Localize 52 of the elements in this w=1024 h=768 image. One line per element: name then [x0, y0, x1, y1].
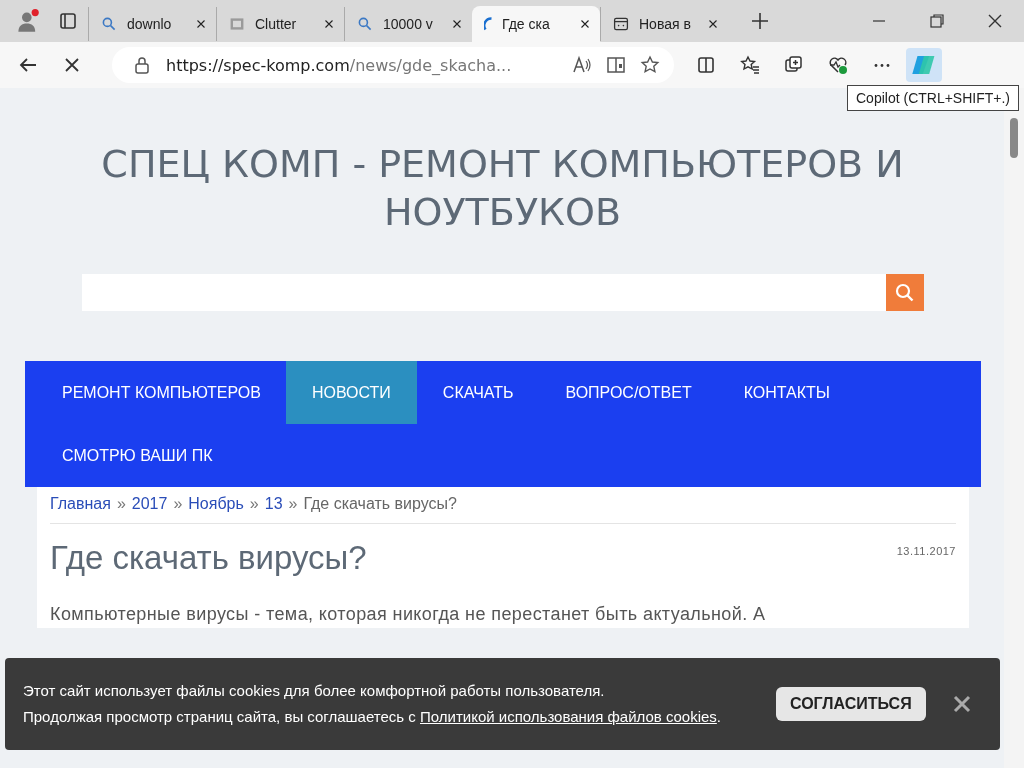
- nav-item[interactable]: РЕМОНТ КОМПЬЮТЕРОВ: [25, 361, 286, 424]
- browser-tab[interactable]: Clutter: [216, 7, 344, 41]
- breadcrumb-link[interactable]: 13: [264, 495, 283, 513]
- nav-item[interactable]: КОНТАКТЫ: [717, 361, 856, 424]
- read-aloud-icon: [572, 55, 592, 75]
- breadcrumb-link[interactable]: 2017: [131, 495, 168, 513]
- search-icon: [357, 16, 373, 32]
- search-icon: [101, 16, 117, 32]
- loading-icon: [484, 17, 492, 31]
- reader-view-icon: [606, 55, 626, 75]
- breadcrumb-separator: »: [249, 495, 259, 513]
- close-button[interactable]: [951, 694, 972, 714]
- split-screen-icon: [696, 55, 716, 75]
- policy-link[interactable]: Политикой использования файлов cookies: [420, 708, 717, 725]
- more-icon: [874, 63, 890, 67]
- browser-tab[interactable]: Новая в: [600, 7, 728, 41]
- site-title: СПЕЦ КОМП - РЕМОНТ КОМПЬЮТЕРОВ И НОУТБУКОВ: [100, 141, 905, 236]
- cookie-notice: Этот сайт использует файлы cookies для более комфортной работы пользователя. Продолжая просмотр страниц сайта, вы соглашаетесь с Политикой использования файлов cookies.: [23, 681, 722, 727]
- article-date: 13.11.2017: [896, 545, 956, 557]
- breadcrumb-separator: »: [116, 495, 126, 513]
- search-icon: [895, 282, 915, 303]
- browser-tab[interactable]: downlo: [88, 7, 216, 41]
- close-icon: [951, 694, 972, 714]
- search-button[interactable]: [886, 274, 924, 311]
- lock-icon: [132, 55, 152, 75]
- nav-item[interactable]: СМОТРЮ ВАШИ ПК: [25, 424, 239, 487]
- nav-item[interactable]: ВОПРОС/ОТВЕТ: [539, 361, 718, 424]
- search-field[interactable]: [82, 274, 886, 311]
- article-heading: Где скачать вирусы?: [50, 539, 367, 577]
- breadcrumb-separator: »: [173, 495, 183, 513]
- breadcrumb-separator: »: [288, 495, 298, 513]
- browser-tab[interactable]: Где ска: [472, 6, 600, 42]
- favorites-icon: [740, 55, 760, 75]
- address-bar[interactable]: https://spec-komp.com/news/gde_skacha...: [112, 47, 674, 83]
- minimize-icon: [873, 20, 885, 22]
- new-tab-icon: [613, 16, 629, 32]
- nav-item[interactable]: НОВОСТИ: [285, 361, 417, 424]
- breadcrumb-link[interactable]: Главная: [50, 495, 111, 513]
- profile-icon: [16, 9, 40, 33]
- breadcrumb-link[interactable]: Ноябрь: [188, 495, 244, 513]
- breadcrumb-current: Где скачать вирусы?: [303, 495, 457, 513]
- tooltip: Copilot (CTRL+SHIFT+.): [847, 85, 1020, 111]
- restore-icon: [927, 11, 947, 31]
- accept-button[interactable]: СОГЛАСИТЬСЯ: [776, 687, 926, 721]
- tab-actions-icon: [58, 11, 78, 31]
- new-tab-icon: [750, 11, 770, 31]
- nav-item[interactable]: СКАЧАТЬ: [416, 361, 540, 424]
- star-icon: [640, 55, 660, 75]
- collections-icon: [784, 55, 804, 75]
- article-paragraph: Компьютерные вирусы - тема, которая никогда не перестанет быть актуальной. А: [50, 603, 767, 626]
- image-icon: [229, 16, 245, 32]
- health-icon: [828, 55, 848, 75]
